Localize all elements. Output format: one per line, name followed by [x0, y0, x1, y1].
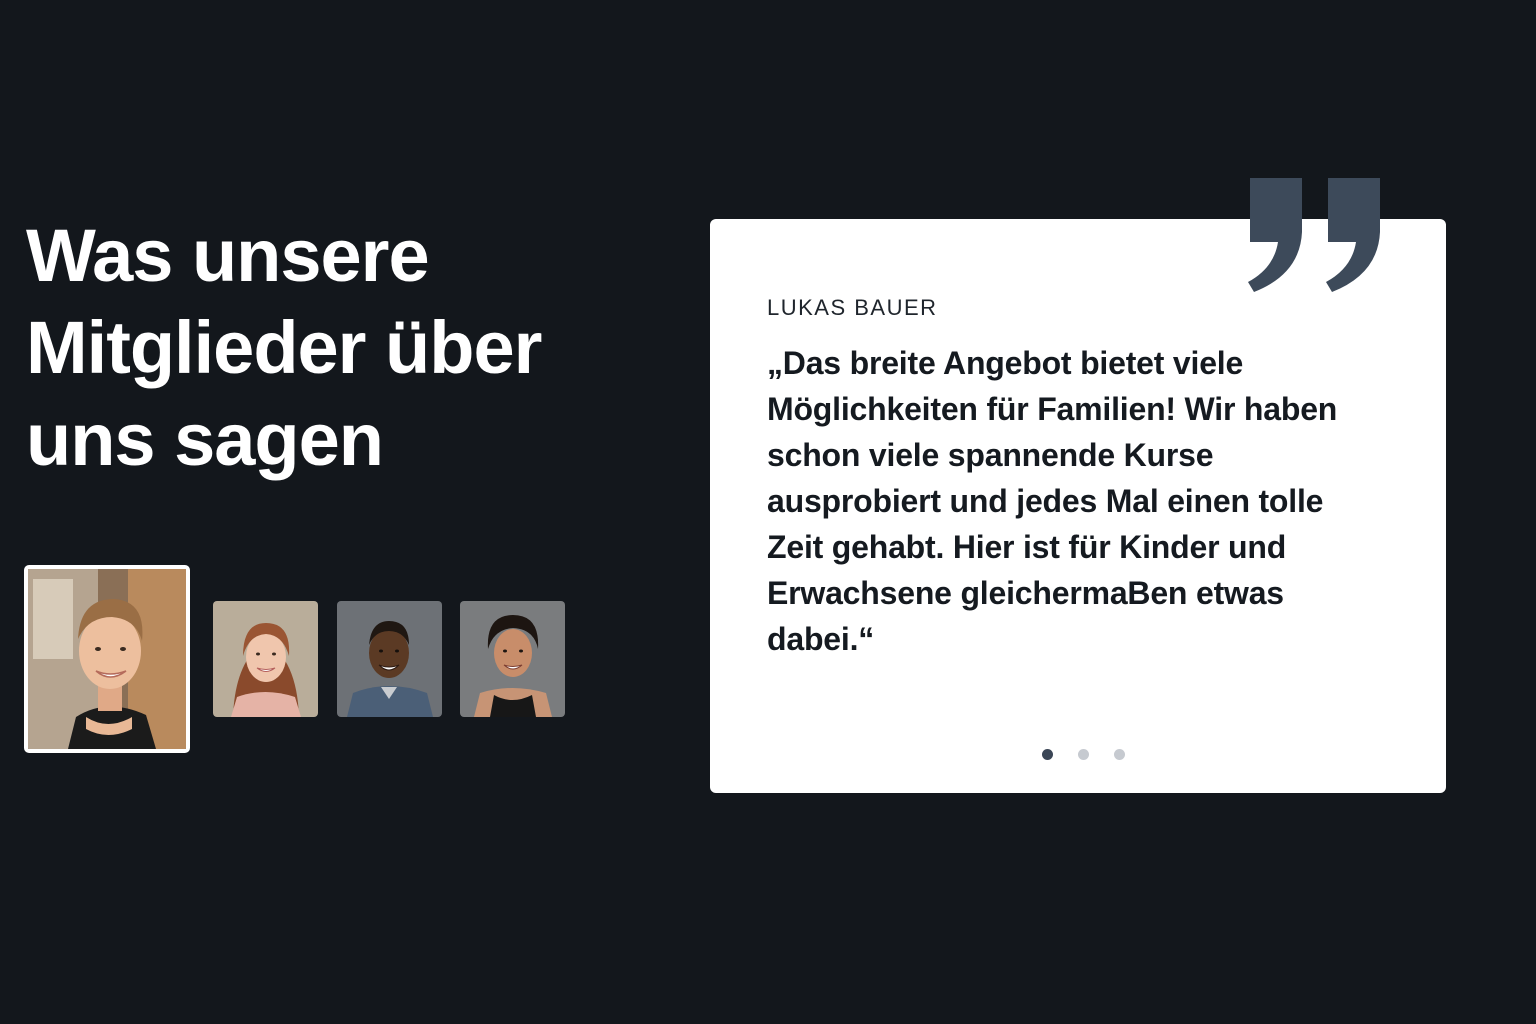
member-photo-woman-icon: [213, 601, 318, 717]
member-avatar-4[interactable]: [460, 601, 565, 717]
pagination-dot-3[interactable]: [1114, 749, 1125, 760]
pagination-dot-2[interactable]: [1078, 749, 1089, 760]
member-photo-woman-icon: [460, 601, 565, 717]
section-heading-line-2: Mitglieder über: [26, 306, 542, 389]
quotation-mark-icon: [1248, 178, 1380, 292]
section-heading: Was unsere Mitglieder über uns sagen: [26, 210, 626, 486]
member-photo-man-icon: [337, 601, 442, 717]
pagination-dot-1[interactable]: [1042, 749, 1053, 760]
testimonial-author: LUKAS BAUER: [767, 295, 938, 320]
section-heading-line-3: uns sagen: [26, 398, 384, 481]
member-avatar-2[interactable]: [213, 601, 318, 717]
member-photo-man-icon: [28, 569, 186, 749]
member-avatar-3[interactable]: [337, 601, 442, 717]
section-heading-line-1: Was unsere: [26, 214, 430, 297]
member-avatar-1[interactable]: [24, 565, 190, 753]
testimonial-quote: „Das breite Angebot bietet viele Möglich…: [767, 345, 1338, 657]
